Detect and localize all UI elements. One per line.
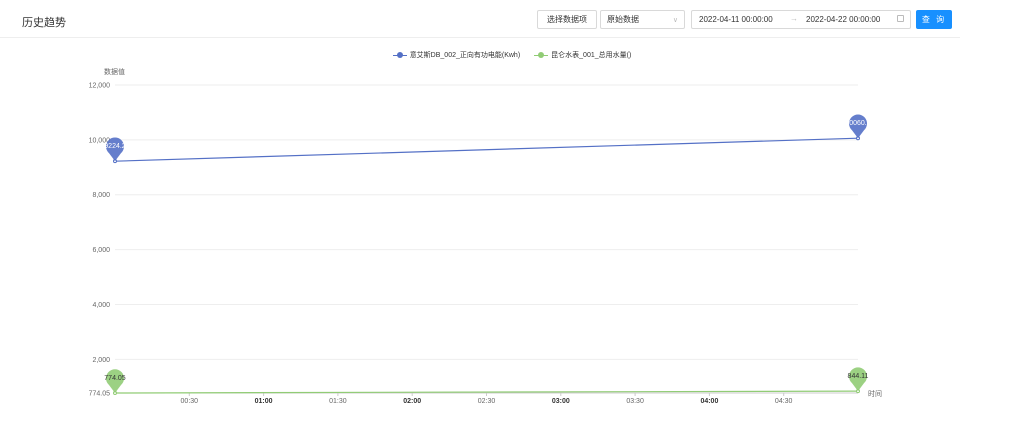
x-tick-label: 02:00 xyxy=(403,398,421,405)
y-tick-label: 6,000 xyxy=(92,247,110,254)
y-axis-title: 数据值 xyxy=(104,67,125,76)
x-tick-label: 00:30 xyxy=(181,398,199,405)
y-tick-label: 4,000 xyxy=(92,302,110,309)
series-line-1 xyxy=(114,137,859,162)
series-2-value-label: 844.11 xyxy=(848,373,869,380)
y-tick-label: 774.05 xyxy=(89,391,111,398)
series-2-value-label: 774.05 xyxy=(104,375,126,382)
x-tick-label: 03:30 xyxy=(626,398,644,405)
x-tick-label: 01:00 xyxy=(255,398,273,405)
x-tick-label: 04:30 xyxy=(775,398,793,405)
y-tick-label: 12,000 xyxy=(89,83,111,90)
y-tick-label: 8,000 xyxy=(92,192,110,199)
x-tick-label: 04:00 xyxy=(700,398,718,405)
series-1-value-label: 9224.2 xyxy=(104,143,126,150)
series-1-value-label: 10060.6 xyxy=(845,120,870,127)
x-axis-title: 时间 xyxy=(868,389,882,398)
y-tick-label: 2,000 xyxy=(92,357,110,364)
x-tick-label: 02:30 xyxy=(478,398,496,405)
x-tick-label: 03:00 xyxy=(552,398,570,405)
x-tick-label: 01:30 xyxy=(329,398,347,405)
trend-chart: 数据值 时间 774.052,0004,0006,0008,00010,0001… xyxy=(89,67,882,405)
